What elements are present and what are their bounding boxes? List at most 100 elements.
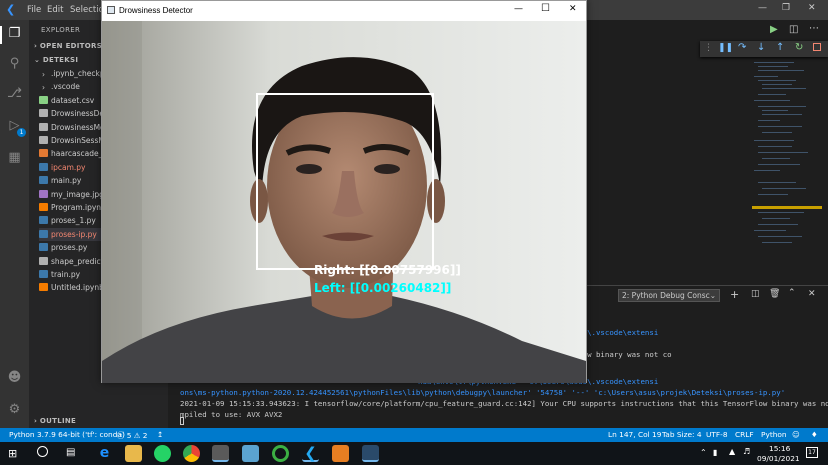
cursor-position[interactable]: Ln 147, Col 19 [608,430,661,439]
webcam-image [102,21,586,383]
status-bar: Python 3.7.9 64-bit ('tf': conda) ⓧ 5 ⚠ … [0,428,828,442]
window-title: Drowsiness Detector [119,6,193,15]
debug-step-out-icon[interactable]: ↑ [776,42,784,53]
split-editor-icon[interactable]: ◫ [789,24,798,35]
split-terminal-icon[interactable]: ◫ [751,289,760,299]
settings-gear-icon[interactable]: ⚙ [7,402,22,417]
file-type-icon [39,162,48,171]
wifi-icon[interactable]: ▲ [729,447,735,456]
explorer-icon[interactable]: ❐ [7,26,22,41]
vscode-close-button[interactable]: ✕ [808,3,816,13]
file-type-icon [39,243,48,252]
vscode-restore-button[interactable]: ❐ [782,3,790,13]
more-actions-icon[interactable]: ⋯ [809,23,819,34]
explorer-title: EXPLORER [41,26,81,34]
outline-header[interactable]: › OUTLINE [34,417,76,425]
menu-file[interactable]: File [27,5,41,15]
file-name: DrowsinSessM [51,136,105,145]
file-name: proses_1.py [51,216,96,226]
file-name: proses-ip.py [51,229,97,239]
file-type-icon [39,176,48,185]
file-name: shape_predicto [51,256,109,266]
debug-pause-icon[interactable]: ❚❚ [718,43,733,53]
notepad-icon[interactable] [242,445,259,462]
account-icon[interactable]: ☻ [7,370,22,385]
terminal-line: mpiled to use: AVX AVX2 [180,410,283,419]
new-terminal-icon[interactable]: + [730,288,739,301]
vscode-minimize-button[interactable]: — [758,3,767,13]
debug-stop-icon[interactable] [813,43,821,51]
clock-time[interactable]: 15:16 [769,444,790,453]
file-type-icon [39,256,48,265]
source-control-icon[interactable]: ⎇ [7,86,22,101]
extensions-icon[interactable]: ▦ [7,150,22,165]
python-interpreter[interactable]: Python 3.7.9 64-bit ('tf': conda) [9,430,125,439]
battery-icon[interactable]: ▮ [713,448,717,457]
left-eye-score-label: Left: [[0.00260482]] [314,281,452,295]
activity-bar: ❐ ⚲ ⎇ ▷ 1 ▦ ☻ ⚙ [0,20,29,428]
debug-restart-icon[interactable]: ↻ [795,42,803,53]
tab-size[interactable]: Tab Size: 4 [662,430,702,439]
opencv-window-taskbar-icon[interactable] [362,445,379,462]
debug-drag-handle[interactable]: ⋮ [704,43,713,53]
window-titlebar[interactable]: Drowsiness Detector — ☐ ✕ [102,1,586,21]
task-view-icon[interactable]: ▤ [66,447,75,458]
kill-terminal-icon[interactable]: 🗑 [769,289,780,299]
problems-count[interactable]: ⓧ 5 ⚠ 2 [117,430,147,441]
file-type-icon [39,216,48,225]
file-type-icon [39,270,48,278]
file-name: Program.ipynb [51,203,106,212]
search-icon[interactable]: ⚲ [7,56,22,71]
volume-icon[interactable]: ♬ [743,447,750,456]
window-maximize-button[interactable]: ☐ [541,3,550,14]
maximize-panel-icon[interactable]: ⌃ [788,288,796,298]
file-type-icon [39,136,48,144]
file-type-icon [39,203,48,211]
file-name: train.py [51,270,81,279]
file-name: main.py [51,176,82,186]
anaconda-icon[interactable] [212,445,229,462]
chrome-icon[interactable] [183,445,200,462]
file-type-icon [39,109,48,118]
run-icon[interactable]: ▶ [770,24,778,35]
close-panel-icon[interactable]: ✕ [808,289,816,299]
right-eye-score-label: Right: [[0.00757996]] [314,263,461,277]
feedback-icon[interactable]: ☺ [792,430,800,439]
debug-step-into-icon[interactable]: ↓ [757,42,765,53]
notification-center-icon[interactable]: 17 [806,447,818,458]
end-of-line[interactable]: CRLF [735,430,754,439]
minimap[interactable] [752,58,822,284]
encoding[interactable]: UTF-8 [706,430,728,439]
window-minimize-button[interactable]: — [514,4,523,14]
file-type-icon [39,149,48,158]
minimap-canvas [752,62,822,243]
terminal-line: ons\ms-python.python-2020.12.424452561\p… [180,388,786,397]
file-name: .vscode [51,82,80,92]
window-close-button[interactable]: ✕ [569,4,577,14]
debug-toolbar: ⋮ ❚❚ ↷ ↓ ↑ ↻ [700,41,828,57]
search-icon[interactable] [37,446,48,457]
language-mode[interactable]: Python [761,430,787,439]
open-editors-header[interactable]: › OPEN EDITORS [34,42,102,50]
windows-taskbar: ⊞ ▤ e ❮ ⌃ ▮ ▲ ♬ 15:16 09/01/2021 17 [0,442,828,465]
webcam-feed: Right: [[0.00757996]] Left: [[0.00260482… [102,21,586,383]
notifications-bell-icon[interactable]: ♦ [811,430,818,439]
file-type-icon [39,189,48,198]
windows-start-icon[interactable]: ⊞ [8,447,17,460]
folder-header[interactable]: ⌄ DETEKSI [34,56,78,64]
terminal-select[interactable]: 2: Python Debug Consc ⌄ [618,289,720,302]
file-name: DrowsinessDet [51,109,107,119]
vscode-taskbar-icon[interactable]: ❮ [302,445,319,462]
green-app-icon[interactable] [272,445,289,462]
file-explorer-icon[interactable] [125,445,142,462]
clock-date[interactable]: 09/01/2021 [757,454,800,463]
xampp-icon[interactable] [332,445,349,462]
live-share-icon[interactable]: ↥ [157,430,163,439]
menu-edit[interactable]: Edit [47,5,63,15]
edge-icon[interactable]: e [96,445,113,462]
file-name: proses.py [51,243,88,253]
debug-step-over-icon[interactable]: ↷ [738,42,746,53]
tray-chevron-icon[interactable]: ⌃ [700,448,707,457]
whatsapp-icon[interactable] [154,445,171,462]
drowsiness-detector-window[interactable]: Drowsiness Detector — ☐ ✕ Right: [[0.007… [101,0,587,383]
